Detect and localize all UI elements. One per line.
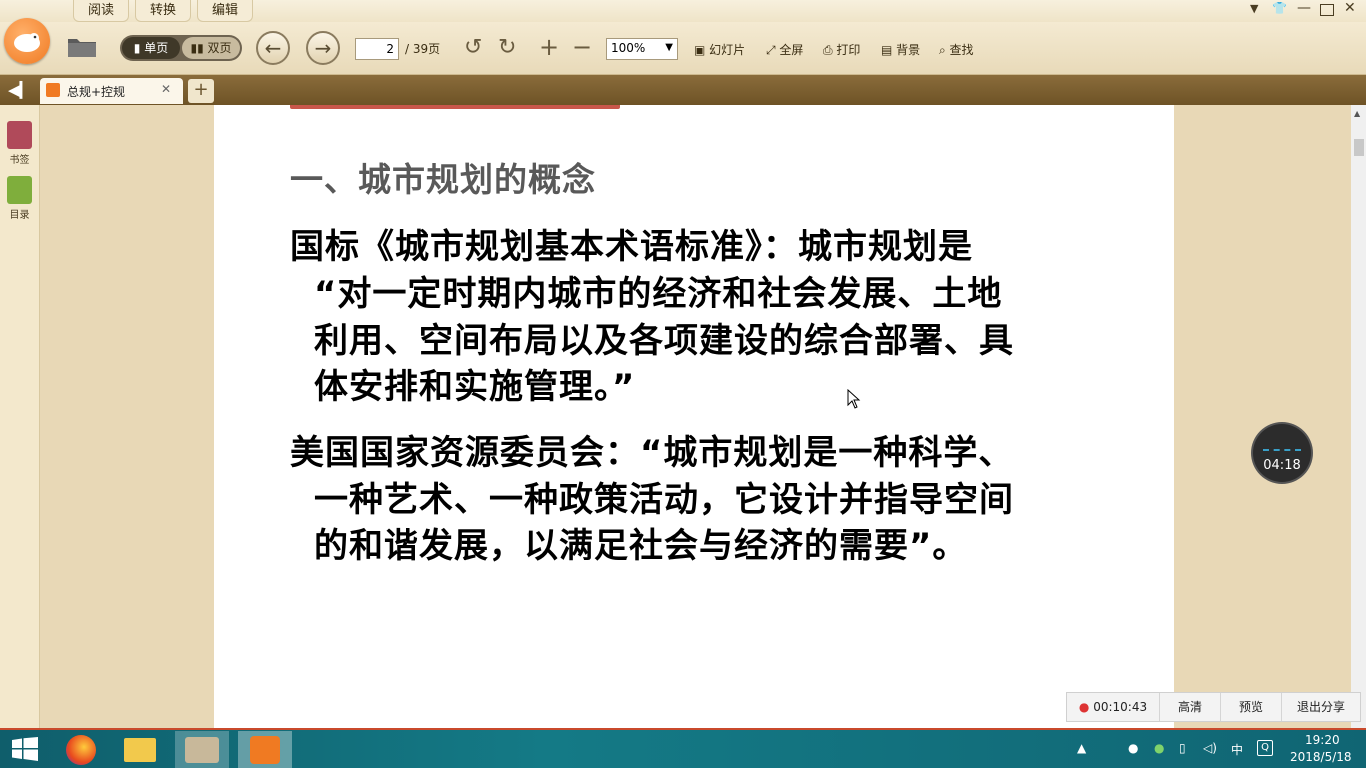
total-pages: / 39页 xyxy=(405,42,441,56)
single-page-label: 单页 xyxy=(144,41,169,55)
sidebar-label-toc: 目录 xyxy=(9,210,30,221)
menu-tab-convert[interactable]: 转换 xyxy=(135,0,191,22)
mouse-cursor-icon xyxy=(847,388,861,413)
new-tab-button[interactable]: + xyxy=(188,79,214,103)
skin-icon[interactable]: 👕 xyxy=(1272,1,1287,15)
taskbar-pdf-reader[interactable] xyxy=(238,731,292,768)
exit-share-button[interactable]: 退出分享 xyxy=(1282,693,1360,721)
app-logo-icon[interactable] xyxy=(4,18,50,64)
fullscreen-label: 全屏 xyxy=(779,43,804,57)
windows-start-icon[interactable] xyxy=(12,737,38,765)
print-button[interactable]: ⎙ 打印 xyxy=(823,42,860,58)
firefox-icon xyxy=(66,735,96,765)
paragraph-line: 美国国家资源委员会：“城市规划是一种科学、 xyxy=(290,433,1014,473)
single-page-icon: ▮ xyxy=(133,41,145,55)
previous-page-button[interactable]: ← xyxy=(256,31,290,65)
find-label: 查找 xyxy=(949,43,974,57)
recording-dot-icon: ● xyxy=(1078,700,1090,714)
next-page-button[interactable]: → xyxy=(306,31,340,65)
close-icon[interactable]: ✕ xyxy=(1344,0,1356,16)
slideshow-icon: ▣ xyxy=(694,43,710,57)
arrow-left-icon: ← xyxy=(264,36,282,60)
arrow-right-icon: → xyxy=(314,36,332,60)
background-button[interactable]: ▤ 背景 xyxy=(881,42,920,58)
rotate-left-icon[interactable]: ↺ xyxy=(464,37,482,59)
page-number-input[interactable] xyxy=(355,38,399,60)
clock-time[interactable]: 19:20 xyxy=(1305,733,1340,747)
double-page-icon: ▮▮ xyxy=(190,41,208,55)
volume-icon[interactable]: ◁) xyxy=(1203,741,1217,755)
paragraph-line: 利用、空间布局以及各项建设的综合部署、具 xyxy=(314,321,1014,361)
timer-value: 04:18 xyxy=(1263,458,1301,473)
floating-timer[interactable]: 04:18 xyxy=(1253,424,1311,482)
slideshow-label: 幻灯片 xyxy=(709,43,746,57)
recording-elapsed: ● 00:10:43 xyxy=(1067,693,1160,721)
qq-icon[interactable]: ● xyxy=(1128,741,1138,755)
double-page-button[interactable]: ▮▮ 双页 xyxy=(182,37,240,59)
scroll-up-icon[interactable]: ▲ xyxy=(1354,109,1360,118)
zoom-select[interactable]: 100% ▼ xyxy=(606,38,678,60)
menu-tab-edit[interactable]: 编辑 xyxy=(197,0,253,22)
taskbar-viewer[interactable] xyxy=(175,731,229,768)
rotate-right-icon[interactable]: ↻ xyxy=(498,37,516,59)
paragraph-line: 一种艺术、一种政策活动，它设计并指导空间 xyxy=(314,480,1014,520)
quality-button[interactable]: 高清 xyxy=(1160,693,1221,721)
file-explorer-icon xyxy=(124,738,156,762)
paragraph-line: 体安排和实施管理。” xyxy=(314,367,636,407)
background-icon: ▤ xyxy=(881,43,897,57)
paragraph-line: 的和谐发展，以满足社会与经济的需要”。 xyxy=(314,526,968,566)
close-tab-icon[interactable]: ✕ xyxy=(161,82,171,96)
find-button[interactable]: ⌕ 查找 xyxy=(939,42,974,58)
double-page-label: 双页 xyxy=(207,41,232,55)
wechat-icon[interactable]: ● xyxy=(1154,741,1164,755)
sidebar-label-bookmark: 书签 xyxy=(9,155,30,166)
document-tab[interactable]: 总规+控规 ✕ xyxy=(40,78,183,104)
tray-expand-icon[interactable]: ▲ xyxy=(1077,741,1086,755)
taskbar-firefox[interactable] xyxy=(55,731,109,768)
fullscreen-icon: ⤢ xyxy=(766,43,780,57)
input-method-indicator[interactable]: 中 xyxy=(1231,741,1243,758)
document-page: 一、城市规划的概念 国标《城市规划基本术语标准》：城市规划是 “对一定时期内城市… xyxy=(214,105,1174,730)
document-tab-label: 总规+控规 xyxy=(67,85,126,99)
slideshow-button[interactable]: ▣ 幻灯片 xyxy=(694,42,745,58)
paragraph-line: 国标《城市规划基本术语标准》：城市规划是 xyxy=(290,227,973,267)
minimize-icon[interactable]: — xyxy=(1297,0,1311,16)
menu-tab-read[interactable]: 阅读 xyxy=(73,0,129,22)
cropped-red-title xyxy=(290,105,620,109)
dropdown-icon[interactable]: ▼ xyxy=(1250,2,1258,15)
waveform-icon xyxy=(1263,449,1301,455)
scrollbar-thumb[interactable] xyxy=(1354,139,1364,156)
bookmark-icon[interactable] xyxy=(7,121,32,149)
open-folder-icon[interactable] xyxy=(66,33,98,59)
zoom-value: 100% xyxy=(611,41,646,55)
ime-q-icon[interactable]: Q xyxy=(1257,740,1273,756)
printer-icon: ⎙ xyxy=(823,43,837,57)
network-icon[interactable]: ▯ xyxy=(1179,741,1186,755)
restore-icon[interactable] xyxy=(1320,4,1334,16)
preview-button[interactable]: 预览 xyxy=(1221,693,1282,721)
taskbar-file-explorer[interactable] xyxy=(113,731,167,768)
recording-bar: ● 00:10:43 高清 预览 退出分享 xyxy=(1066,692,1361,722)
vertical-scrollbar[interactable]: ▲ xyxy=(1351,105,1366,730)
chevron-down-icon: ▼ xyxy=(665,42,673,53)
background-label: 背景 xyxy=(896,43,921,57)
toc-icon[interactable] xyxy=(7,176,32,204)
pdf-file-icon xyxy=(46,83,60,97)
zoom-in-icon[interactable]: + xyxy=(539,35,559,59)
print-label: 打印 xyxy=(836,43,861,57)
zoom-out-icon[interactable]: − xyxy=(572,35,592,59)
recording-time: 00:10:43 xyxy=(1093,700,1148,714)
pdf-reader-icon xyxy=(250,736,280,764)
paragraph-line: “对一定时期内城市的经济和社会发展、土地 xyxy=(314,274,1003,314)
search-icon: ⌕ xyxy=(939,43,950,57)
section-heading: 一、城市规划的概念 xyxy=(290,160,596,199)
fullscreen-button[interactable]: ⤢ 全屏 xyxy=(766,42,803,58)
single-page-button[interactable]: ▮ 单页 xyxy=(122,37,180,59)
image-viewer-icon xyxy=(185,737,219,763)
clock-date[interactable]: 2018/5/18 xyxy=(1290,750,1352,764)
collapse-sidebar-icon[interactable]: ◀▎ xyxy=(8,81,31,99)
